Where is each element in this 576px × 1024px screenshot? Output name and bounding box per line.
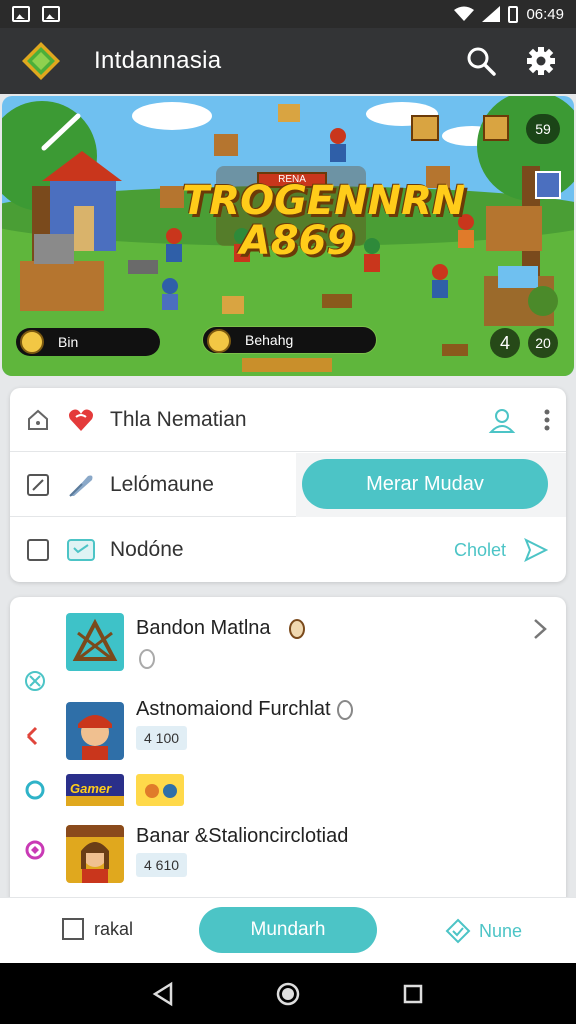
info-egg-icon: [337, 700, 353, 720]
list-item-title: Banar &Stalioncirclotiad: [136, 825, 349, 847]
list-item-title: Astnomaiond Furchlat: [136, 698, 331, 720]
thumbnail-label: Gamer: [70, 781, 112, 796]
banner-stat-pill[interactable]: Bin: [16, 328, 160, 356]
gallery-notification-icon: [12, 6, 30, 22]
back-icon[interactable]: [149, 980, 177, 1008]
status-bar: 06:49: [0, 0, 576, 28]
clock: 06:49: [526, 5, 564, 23]
banner-stat-label: Bin: [58, 334, 79, 350]
battery-icon: [508, 5, 519, 23]
list-item[interactable]: Bandon Matlna: [10, 597, 566, 689]
form-row[interactable]: Thla Nematian: [10, 388, 566, 452]
banner-counter-badge: 59: [526, 114, 560, 144]
chevron-right-icon[interactable]: [530, 617, 550, 641]
list-item-badge: 4 610: [136, 853, 188, 877]
bottom-right-action[interactable]: Nune: [445, 918, 522, 944]
app-logo-icon[interactable]: [20, 40, 62, 82]
feather-pen-icon: [69, 475, 93, 497]
form-row[interactable]: Nodóne Cholet: [10, 518, 566, 582]
app-bar: Intdannasia: [0, 28, 576, 94]
banner-title-line1: TROGENNRN: [182, 178, 466, 224]
more-vertical-icon[interactable]: [544, 409, 550, 431]
bottom-right-label: Nune: [478, 920, 522, 941]
checkbox-icon[interactable]: [62, 918, 84, 940]
row-label: Lelómaune: [110, 472, 214, 496]
search-icon[interactable]: [466, 46, 496, 76]
location-ring-icon: [25, 780, 45, 800]
diamond-tag-icon: [445, 918, 471, 944]
banner-round-button[interactable]: 20: [528, 328, 558, 358]
emblem-icon: [25, 840, 45, 860]
game-thumbnail: [66, 825, 124, 883]
list-item[interactable]: Astnomaiond Furchlat 4 100: [10, 692, 566, 772]
message-card-icon: [67, 539, 95, 561]
bottom-action-bar: rakal Mundarh Nune: [0, 897, 576, 963]
list-item-badge: 4 100: [136, 726, 188, 750]
tag-arrow-icon: [26, 726, 38, 746]
wifi-icon: [454, 6, 475, 21]
banner-game-title: TROGENNRN A869: [182, 178, 466, 264]
bottom-left-action[interactable]: rakal: [62, 918, 133, 940]
coin-icon: [207, 329, 231, 353]
photo-notification-icon: [42, 6, 60, 22]
banner-status-label: Behahg: [245, 332, 294, 348]
list-item-title: Bandon Matlna: [136, 617, 271, 639]
user-icon[interactable]: [488, 406, 516, 434]
row-label: Thla Nematian: [110, 407, 247, 431]
game-thumbnail: [66, 613, 124, 671]
signal-icon: [482, 6, 501, 22]
game-thumbnail: [66, 702, 124, 760]
egg-icon: [289, 619, 305, 639]
bottom-left-label: rakal: [94, 918, 134, 939]
promo-banner[interactable]: RENA TROGENNRN A869 59 Bin Behahg 4 20: [2, 96, 574, 376]
coin-badge-icon: [136, 774, 184, 806]
home-icon[interactable]: [274, 980, 302, 1008]
banner-status-pill[interactable]: Behahg: [202, 326, 377, 354]
home-lock-icon: [28, 409, 48, 430]
compass-icon: [25, 671, 45, 691]
list-item[interactable]: Gamer: [10, 769, 566, 809]
banner-title-line2: A869: [239, 218, 355, 264]
info-egg-icon: [139, 649, 155, 669]
heart-chat-icon: [69, 409, 93, 431]
gear-icon[interactable]: [526, 46, 556, 76]
send-icon[interactable]: [524, 538, 548, 562]
list-item[interactable]: Banar &Stalioncirclotiad 4 610: [10, 821, 566, 901]
game-list: Bandon Matlna Astnomaiond Furchlat 4 100…: [10, 597, 566, 907]
edit-box-icon: [27, 473, 49, 496]
system-nav-bar: [0, 963, 576, 1024]
primary-action-button[interactable]: Merar Mudav: [302, 459, 548, 509]
form-row[interactable]: Lelómaune Merar Mudav: [10, 453, 566, 517]
row-label: Nodóne: [110, 538, 184, 561]
app-title: Intdannasia: [94, 47, 222, 74]
recents-icon[interactable]: [399, 980, 427, 1008]
settings-card: Thla Nematian Lelómaune Merar Mudav Nodó…: [10, 388, 566, 582]
banner-round-button[interactable]: 4: [490, 328, 520, 358]
row-link[interactable]: Cholet: [454, 540, 506, 561]
coin-icon: [20, 330, 44, 354]
checkbox-icon[interactable]: [26, 538, 50, 562]
bottom-primary-button[interactable]: Mundarh: [199, 907, 377, 953]
